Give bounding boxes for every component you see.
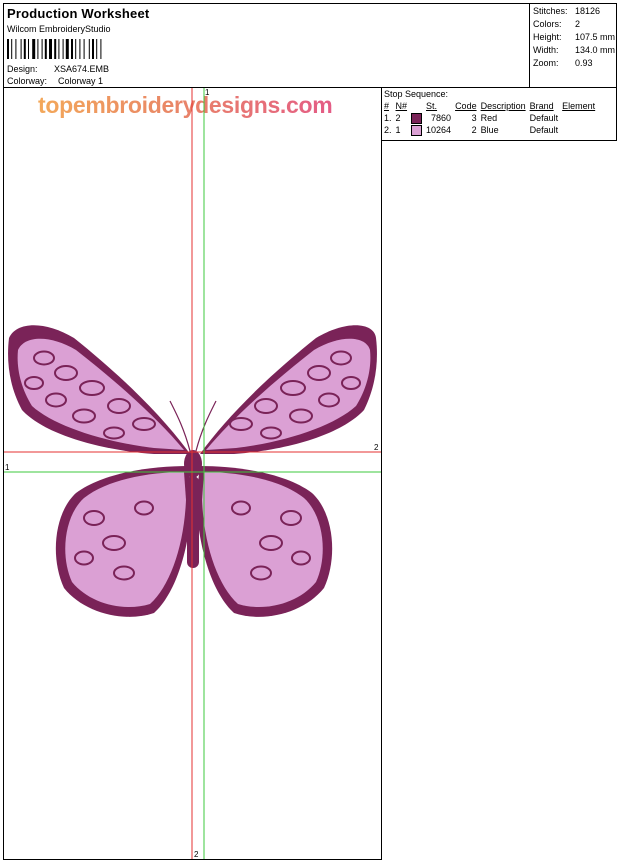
- barcode-bar: [88, 39, 90, 59]
- row-stitches: 7860: [431, 113, 452, 123]
- axis-label-left: 1: [5, 463, 10, 472]
- row-swatch: [409, 124, 424, 136]
- barcode-bar: [75, 39, 77, 59]
- row-brand: Default: [529, 113, 559, 123]
- stat-label: Width:: [533, 45, 559, 55]
- stat-value: 0.93: [575, 58, 593, 68]
- worksheet-header: Production Worksheet Wilcom EmbroiderySt…: [3, 3, 617, 88]
- row-description: Blue: [480, 125, 499, 135]
- stat-label: Colors:: [533, 19, 562, 29]
- table-header-row: # N# St. Code Description Brand Element: [382, 100, 597, 112]
- software-name: Wilcom EmbroideryStudio: [7, 24, 111, 34]
- barcode-bar: [62, 39, 64, 59]
- barcode-bar: [79, 39, 81, 59]
- col-needle: N#: [395, 101, 408, 111]
- design-stats: Stitches: 18126 Colors: 2 Height: 107.5 …: [529, 4, 619, 87]
- stat-value: 134.0 mm: [575, 45, 616, 55]
- row-index: 1.: [384, 113, 392, 123]
- design-label: Design:: [7, 64, 38, 74]
- barcode-bar: [54, 39, 57, 59]
- col-code: Code: [455, 101, 477, 111]
- barcode-bar: [83, 39, 85, 59]
- stat-value: 107.5 mm: [575, 32, 616, 42]
- row-element: [560, 124, 597, 136]
- stat-value: 18126: [575, 6, 601, 16]
- design-preview: topembroiderydesigns.com 1 2 1 2: [3, 87, 382, 860]
- col-description: Description: [480, 101, 526, 111]
- stat-label: Stitches:: [533, 6, 568, 16]
- row-code: 3: [471, 113, 477, 123]
- stat-label: Zoom:: [533, 58, 559, 68]
- row-stitches: 10264: [426, 125, 452, 135]
- barcode-bar: [7, 39, 9, 59]
- barcode-bar: [49, 39, 52, 59]
- table-row: 1. 2 7860 3 Red Default: [382, 112, 597, 124]
- row-brand: Default: [529, 125, 559, 135]
- row-description: Red: [480, 113, 498, 123]
- col-brand: Brand: [529, 101, 554, 111]
- barcode-bar: [100, 39, 102, 59]
- color-swatch: [411, 124, 423, 136]
- row-index: 2.: [384, 125, 392, 135]
- table-row: 2. 1 10264 2 Blue Default: [382, 124, 597, 136]
- row-needle: 2: [395, 113, 401, 123]
- row-code: 2: [471, 125, 477, 135]
- barcode-bar: [41, 39, 43, 59]
- row-swatch: [409, 112, 424, 124]
- barcode-bar: [11, 39, 13, 59]
- barcode-bar: [71, 39, 73, 59]
- barcode-bar: [65, 39, 69, 59]
- axis-label-top: 1: [205, 88, 210, 97]
- stat-value: 2: [575, 19, 581, 29]
- stop-sequence-panel: Stop Sequence: # N# St. Code Description…: [381, 87, 617, 141]
- row-element: [560, 112, 597, 124]
- barcode-bar: [44, 39, 47, 59]
- barcode-bar: [92, 39, 94, 59]
- stop-sequence-table: # N# St. Code Description Brand Element …: [382, 100, 597, 136]
- col-stitches: St.: [426, 101, 438, 111]
- row-needle: 1: [395, 125, 401, 135]
- barcode-bar: [15, 39, 17, 59]
- barcode: [7, 39, 102, 59]
- stop-sequence-title: Stop Sequence:: [384, 89, 449, 99]
- colorway-value: Colorway 1: [58, 76, 104, 86]
- barcode-bar: [20, 39, 22, 59]
- stat-label: Height:: [533, 32, 562, 42]
- barcode-bar: [23, 39, 26, 59]
- col-element: Element: [562, 101, 596, 111]
- butterfly-artwork: 1 2 1 2: [4, 88, 381, 859]
- barcode-bar: [37, 39, 39, 59]
- barcode-bar: [96, 39, 98, 59]
- color-swatch: [411, 112, 423, 124]
- design-filename: XSA674.EMB: [54, 64, 110, 74]
- axis-label-bottom: 2: [194, 850, 199, 859]
- barcode-bar: [32, 39, 36, 59]
- colorway-label: Colorway:: [7, 76, 48, 86]
- axis-label-right: 2: [374, 443, 379, 452]
- worksheet-title: Production Worksheet: [7, 6, 150, 21]
- col-swatch: [409, 100, 424, 112]
- barcode-bar: [58, 39, 60, 59]
- barcode-bar: [28, 39, 29, 59]
- col-index: #: [384, 101, 390, 111]
